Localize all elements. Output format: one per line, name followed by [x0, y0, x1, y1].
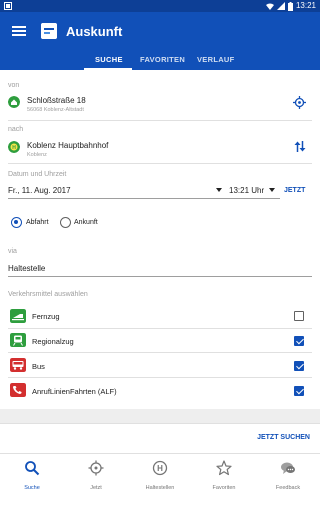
now-button[interactable]: JETZT: [284, 187, 305, 194]
battery-icon: [287, 1, 293, 11]
tab-bar: SUCHE FAVORITEN VERLAUF: [0, 52, 320, 70]
datetime-label: Datum und Uhrzeit: [8, 171, 67, 178]
nav-item-haltestellen[interactable]: H Haltestellen: [128, 460, 192, 491]
feedback-icon: [281, 462, 295, 474]
tab-favoriten[interactable]: FAVORITEN: [140, 55, 185, 64]
bus-checkbox[interactable]: [294, 361, 304, 371]
status-bar: 13:21: [0, 0, 320, 12]
transport-label: Verkehrsmittel auswählen: [8, 291, 88, 298]
locate-me-icon[interactable]: [293, 96, 306, 109]
from-location-sub: 56068 Koblenz-Altstadt: [27, 107, 84, 113]
bottom-navigation: Suche Jetzt H Haltestellen Favoriten Fee…: [0, 453, 320, 512]
transport-label-regionalzug: Regionalzug: [32, 337, 74, 346]
nav-label: Jetzt: [90, 485, 102, 491]
cellular-signal-icon: [276, 2, 285, 10]
svg-text:H: H: [157, 464, 163, 473]
crosshair-icon: [88, 460, 104, 476]
transport-label-alf: AnrufLinienFahrten (ALF): [32, 387, 117, 396]
phone-icon: [10, 383, 26, 397]
time-selector[interactable]: 13:21 Uhr: [229, 186, 264, 195]
nav-item-jetzt[interactable]: Jetzt: [64, 460, 128, 491]
divider: [0, 423, 320, 424]
via-input[interactable]: Haltestelle: [8, 264, 45, 273]
star-icon: [216, 460, 232, 476]
section-separator: [0, 409, 320, 423]
departure-label: Abfahrt: [26, 219, 49, 226]
swap-icon[interactable]: [294, 140, 306, 153]
date-dropdown-icon[interactable]: [216, 188, 222, 192]
nav-label: Suche: [24, 485, 40, 491]
from-location[interactable]: Schloßstraße 18: [27, 96, 86, 105]
transport-label-bus: Bus: [32, 362, 45, 371]
bus-stop-icon: H: [152, 460, 168, 476]
bus-icon: [10, 358, 26, 372]
app-logo-icon: [41, 23, 57, 39]
nav-label: Favoriten: [212, 485, 236, 491]
nav-label: Haltestellen: [145, 485, 175, 491]
wifi-icon: [265, 3, 274, 10]
menu-icon[interactable]: [10, 22, 28, 40]
long-distance-train-icon: [10, 309, 26, 323]
svg-text:H: H: [12, 145, 16, 151]
divider: [8, 352, 312, 353]
to-location-sub: Koblenz: [27, 152, 47, 158]
divider: [8, 377, 312, 378]
arrival-radio[interactable]: [60, 217, 71, 228]
via-underline: [8, 276, 312, 277]
transport-label-fernzug: Fernzug: [32, 312, 60, 321]
divider: [8, 120, 312, 121]
regional-train-icon: [10, 333, 26, 347]
divider: [8, 163, 312, 164]
tab-verlauf[interactable]: VERLAUF: [197, 55, 235, 64]
app-notification-icon: [4, 2, 12, 10]
divider: [8, 328, 312, 329]
nav-item-feedback[interactable]: Feedback: [256, 460, 320, 491]
nav-item-suche[interactable]: Suche: [0, 460, 64, 491]
status-time: 13:21: [295, 1, 316, 10]
search-now-button[interactable]: JETZT SUCHEN: [257, 434, 310, 441]
tab-suche[interactable]: SUCHE: [95, 55, 123, 64]
app-bar: Auskunft SUCHE FAVORITEN VERLAUF: [0, 12, 320, 70]
to-location[interactable]: Koblenz Hauptbahnhof: [27, 141, 108, 150]
regionalzug-checkbox[interactable]: [294, 336, 304, 346]
nav-label: Feedback: [275, 485, 301, 491]
to-label: nach: [8, 126, 24, 133]
active-tab-indicator: [84, 68, 132, 70]
nav-item-favoriten[interactable]: Favoriten: [192, 460, 256, 491]
date-selector[interactable]: Fr., 11. Aug. 2017: [8, 186, 71, 195]
stop-icon: H: [8, 141, 20, 153]
search-icon: [25, 461, 40, 476]
from-label: von: [8, 82, 20, 89]
departure-radio[interactable]: [11, 217, 22, 228]
fernzug-checkbox[interactable]: [294, 311, 304, 321]
time-dropdown-icon[interactable]: [269, 188, 275, 192]
arrival-label: Ankunft: [74, 219, 98, 226]
datetime-underline: [8, 198, 280, 199]
home-icon: [8, 96, 20, 108]
alf-checkbox[interactable]: [294, 386, 304, 396]
via-label: via: [8, 248, 17, 255]
page-title: Auskunft: [66, 24, 123, 39]
